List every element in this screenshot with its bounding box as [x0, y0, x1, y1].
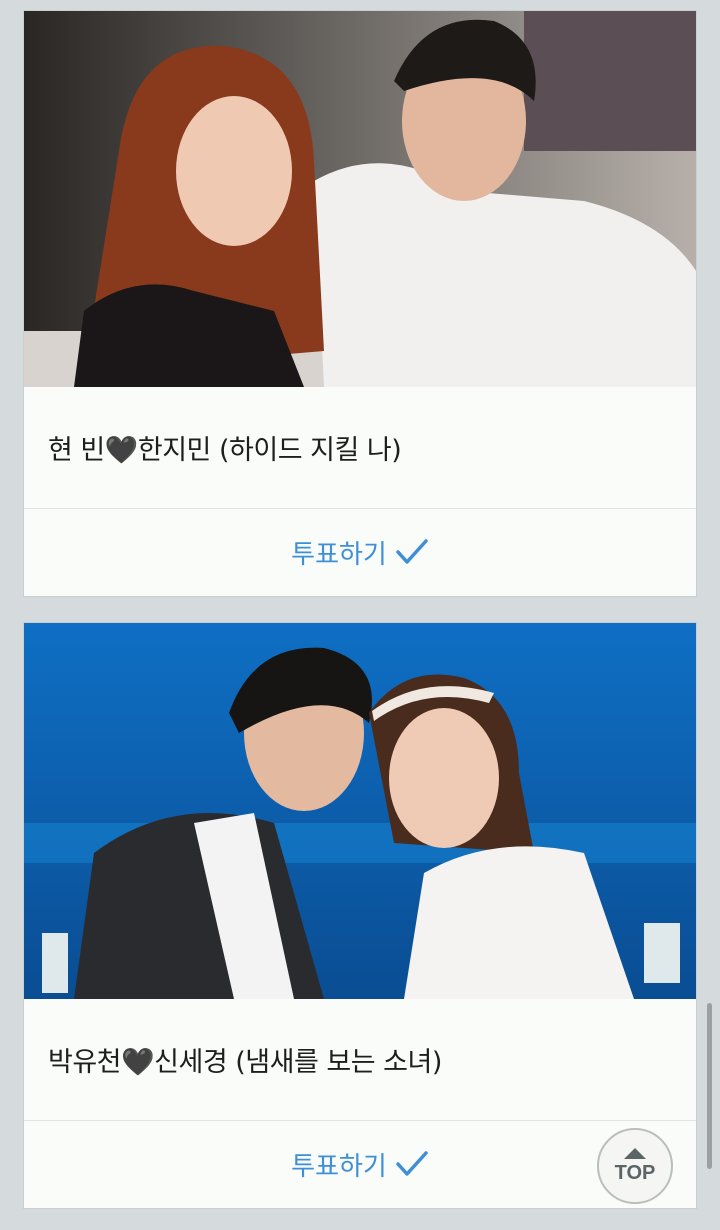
vote-feed: 현 빈🖤한지민 (하이드 지킬 나) 투표하기 박유천🖤신세경 (냄새를 보는 … — [0, 0, 720, 1230]
card-caption: 현 빈🖤한지민 (하이드 지킬 나) — [24, 387, 696, 509]
scroll-top-label: TOP — [614, 1161, 656, 1184]
scroll-top-button[interactable]: TOP — [597, 1128, 673, 1204]
vote-button[interactable]: 투표하기 — [24, 509, 696, 595]
vote-button-label: 투표하기 — [291, 1151, 387, 1182]
vote-card: 박유천🖤신세경 (냄새를 보는 소녀) 투표하기 — [23, 622, 697, 1209]
card-caption: 박유천🖤신세경 (냄새를 보는 소녀) — [24, 999, 696, 1121]
couple-photo[interactable] — [24, 623, 696, 999]
couple-photo[interactable] — [24, 11, 696, 387]
arrow-up-icon — [624, 1147, 646, 1159]
vote-button-label: 투표하기 — [291, 539, 387, 570]
vote-button[interactable]: 투표하기 — [24, 1121, 696, 1207]
scrollbar[interactable] — [707, 1003, 712, 1169]
checkmark-icon — [395, 537, 429, 567]
checkmark-icon — [395, 1149, 429, 1179]
vote-card: 현 빈🖤한지민 (하이드 지킬 나) 투표하기 — [23, 10, 697, 597]
